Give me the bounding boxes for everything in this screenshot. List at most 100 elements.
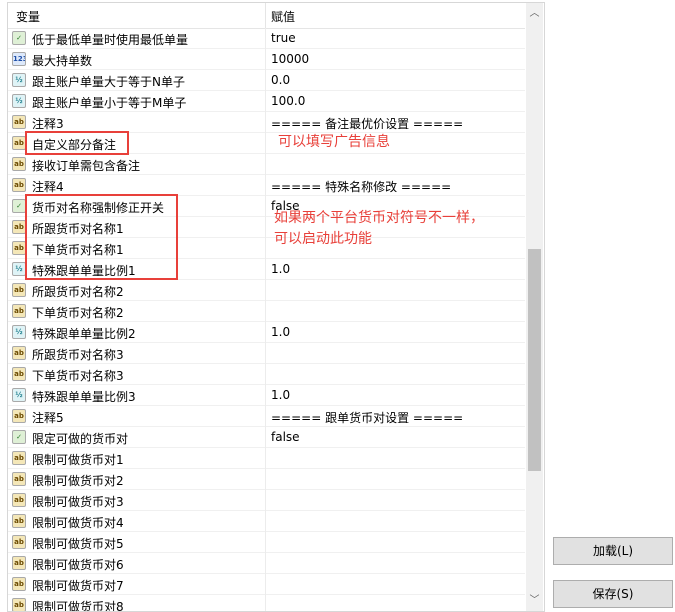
column-header-variable[interactable]: 变量	[16, 8, 40, 25]
variable-name: 跟主账户单量大于等于N单子	[32, 75, 185, 89]
variable-name: 限制可做货币对3	[32, 495, 124, 509]
table-row[interactable]: ab 限制可做货币对6	[8, 553, 525, 574]
string-type-icon: ab	[12, 304, 26, 318]
string-type-icon: ab	[12, 598, 26, 611]
cell-divider	[265, 574, 266, 595]
string-type-icon: ab	[12, 241, 26, 255]
string-type-icon: ab	[12, 367, 26, 381]
boolean-type-icon: ✓	[12, 199, 26, 213]
cell-divider	[265, 70, 266, 91]
variable-value[interactable]: 0.0	[271, 73, 290, 87]
variable-name: 下单货币对名称3	[32, 369, 124, 383]
save-button[interactable]: 保存(S)	[553, 580, 673, 608]
table-row[interactable]: ab 注释4 ===== 特殊名称修改 =====	[8, 175, 525, 196]
variable-name: 下单货币对名称2	[32, 306, 124, 320]
vertical-scrollbar[interactable]: ︿ ﹀	[526, 3, 543, 611]
cell-divider	[265, 28, 266, 49]
table-row[interactable]: ab 所跟货币对名称3	[8, 343, 525, 364]
variable-value[interactable]: ===== 特殊名称修改 =====	[271, 178, 451, 195]
cell-divider	[265, 154, 266, 175]
string-type-icon: ab	[12, 283, 26, 297]
variable-value[interactable]: ===== 跟单货币对设置 =====	[271, 409, 463, 426]
variable-name: 所跟货币对名称2	[32, 285, 124, 299]
cell-divider	[265, 112, 266, 133]
variable-value[interactable]: 1.0	[271, 262, 290, 276]
cell-divider	[265, 133, 266, 154]
variable-value[interactable]: 1.0	[271, 325, 290, 339]
variable-name: 所跟货币对名称3	[32, 348, 124, 362]
table-row[interactable]: ✓ 限定可做的货币对 false	[8, 427, 525, 448]
variable-name: 注释5	[32, 411, 64, 425]
highlight-box-symbol-fix	[25, 194, 178, 280]
grid-rows: ✓ 低于最低单量时使用最低单量 true 123 最大持单数 10000 ½ 跟主账户单量大于…	[8, 28, 525, 612]
variable-name: 限制可做货币对2	[32, 474, 124, 488]
cell-divider	[265, 532, 266, 553]
table-row[interactable]: ab 限制可做货币对4	[8, 511, 525, 532]
cell-divider	[265, 469, 266, 490]
variable-name: 最大持单数	[32, 54, 93, 68]
cell-divider	[265, 385, 266, 406]
variable-value[interactable]: true	[271, 31, 296, 45]
variable-value[interactable]: false	[271, 430, 300, 444]
cell-divider	[265, 490, 266, 511]
table-row[interactable]: ½ 跟主账户单量大于等于N单子 0.0	[8, 70, 525, 91]
table-row[interactable]: ab 接收订单需包含备注	[8, 154, 525, 175]
load-button[interactable]: 加载(L)	[553, 537, 673, 565]
scroll-up-icon[interactable]: ︿	[526, 5, 543, 22]
table-row[interactable]: ab 下单货币对名称3	[8, 364, 525, 385]
column-header-value[interactable]: 赋值	[271, 8, 295, 25]
variable-name: 注释3	[32, 117, 64, 131]
scrollbar-thumb[interactable]	[528, 249, 541, 471]
table-row[interactable]: ab 限制可做货币对3	[8, 490, 525, 511]
string-type-icon: ab	[12, 556, 26, 570]
table-row[interactable]: ab 限制可做货币对7	[8, 574, 525, 595]
table-row[interactable]: ½ 跟主账户单量小于等于M单子 100.0	[8, 91, 525, 112]
cell-divider	[265, 238, 266, 259]
string-type-icon: ab	[12, 346, 26, 360]
table-row[interactable]: ab 限制可做货币对1	[8, 448, 525, 469]
cell-divider	[265, 217, 266, 238]
cell-divider	[265, 259, 266, 280]
variable-name: 限制可做货币对8	[32, 600, 124, 612]
cell-divider	[265, 364, 266, 385]
cell-divider	[265, 553, 266, 574]
string-type-icon: ab	[12, 115, 26, 129]
variable-value[interactable]: 10000	[271, 52, 309, 66]
table-row[interactable]: 123 最大持单数 10000	[8, 49, 525, 70]
cell-divider	[265, 595, 266, 611]
table-row[interactable]: ab 注释5 ===== 跟单货币对设置 =====	[8, 406, 525, 427]
grid-header: 变量 赋值	[8, 3, 525, 29]
table-row[interactable]: ab 限制可做货币对8	[8, 595, 525, 612]
table-row[interactable]: ab 下单货币对名称2	[8, 301, 525, 322]
scroll-down-icon[interactable]: ﹀	[526, 592, 543, 609]
boolean-type-icon: ✓	[12, 31, 26, 45]
cell-divider	[265, 196, 266, 217]
variable-name: 限制可做货币对7	[32, 579, 124, 593]
variable-name: 跟主账户单量小于等于M单子	[32, 96, 187, 110]
variable-name: 接收订单需包含备注	[32, 159, 141, 173]
variable-value[interactable]: 1.0	[271, 388, 290, 402]
variable-name: 特殊跟单单量比例3	[32, 390, 136, 404]
table-row[interactable]: ab 限制可做货币对5	[8, 532, 525, 553]
cell-divider	[265, 301, 266, 322]
string-type-icon: ab	[12, 157, 26, 171]
variable-value[interactable]: 100.0	[271, 94, 305, 108]
table-row[interactable]: ✓ 低于最低单量时使用最低单量 true	[8, 28, 525, 49]
variable-name: 限制可做货币对6	[32, 558, 124, 572]
table-row[interactable]: ½ 特殊跟单单量比例3 1.0	[8, 385, 525, 406]
cell-divider	[265, 280, 266, 301]
cell-divider	[265, 406, 266, 427]
table-row[interactable]: ab 所跟货币对名称2	[8, 280, 525, 301]
string-type-icon: ab	[12, 535, 26, 549]
column-divider[interactable]	[265, 3, 266, 28]
annotation-symbol-hint-line1: 如果两个平台货币对符号不一样，	[274, 210, 484, 226]
table-row[interactable]: ab 限制可做货币对2	[8, 469, 525, 490]
table-row[interactable]: ½ 特殊跟单单量比例2 1.0	[8, 322, 525, 343]
boolean-type-icon: ✓	[12, 430, 26, 444]
cell-divider	[265, 91, 266, 112]
table-row[interactable]: ab 注释3 ===== 备注最优价设置 =====	[8, 112, 525, 133]
variable-value[interactable]: ===== 备注最优价设置 =====	[271, 115, 463, 132]
string-type-icon: ab	[12, 493, 26, 507]
string-type-icon: ab	[12, 514, 26, 528]
variable-name: 限定可做的货币对	[32, 432, 129, 446]
